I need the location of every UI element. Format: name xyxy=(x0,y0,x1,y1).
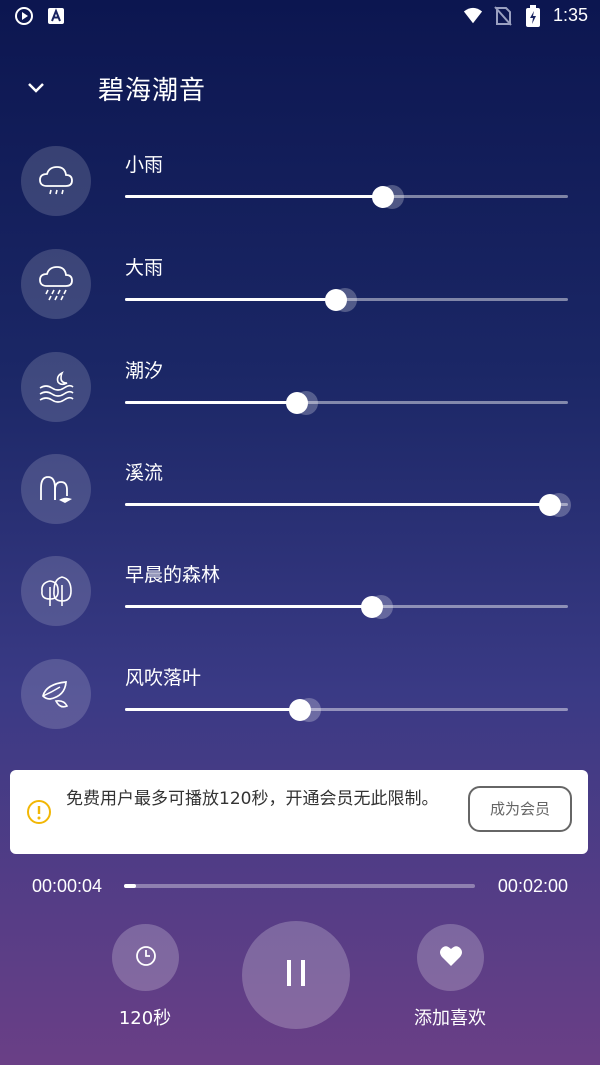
sound-label: 早晨的森林 xyxy=(125,564,221,586)
header: 碧海潮音 xyxy=(0,60,600,116)
progress-fill xyxy=(124,884,136,888)
become-member-button[interactable]: 成为会员 xyxy=(468,786,572,832)
status-time: 1:35 xyxy=(552,5,588,25)
slider-thumb[interactable] xyxy=(285,392,308,414)
trees-icon[interactable] xyxy=(21,556,91,626)
collapse-button[interactable] xyxy=(18,72,54,104)
volume-slider[interactable] xyxy=(125,185,568,209)
clock-icon xyxy=(134,944,158,972)
playback-progress-bar[interactable] xyxy=(124,884,475,888)
waves-moon-icon[interactable] xyxy=(21,352,91,422)
slider-thumb[interactable] xyxy=(324,289,347,311)
chevron-down-icon xyxy=(26,79,46,98)
volume-slider[interactable] xyxy=(125,595,568,619)
volume-slider[interactable] xyxy=(125,698,568,722)
a-badge-icon xyxy=(46,6,66,26)
leaf-icon[interactable] xyxy=(21,659,91,729)
status-bar: 1:35 xyxy=(0,0,600,34)
play-pause-button[interactable] xyxy=(242,921,350,1029)
volume-slider[interactable] xyxy=(125,391,568,415)
sound-label: 潮汐 xyxy=(125,360,164,382)
warning-circle-icon xyxy=(26,799,52,825)
sound-label: 大雨 xyxy=(125,257,164,279)
page-title: 碧海潮音 xyxy=(98,76,207,106)
play-circle-icon xyxy=(14,6,34,26)
current-time: 00:00:04 xyxy=(32,876,103,896)
sound-row-heavy-rain: 大雨 xyxy=(0,249,600,339)
stream-arches-icon[interactable] xyxy=(21,454,91,524)
slider-thumb[interactable] xyxy=(288,699,311,721)
favorite-label: 添加喜欢 xyxy=(414,1008,486,1029)
wifi-icon xyxy=(463,6,483,26)
sound-row-stream: 溪流 xyxy=(0,454,600,544)
volume-slider[interactable] xyxy=(125,288,568,312)
heart-icon xyxy=(439,945,463,971)
pause-icon xyxy=(284,958,308,992)
sound-label: 溪流 xyxy=(125,462,164,484)
volume-slider[interactable] xyxy=(125,493,571,517)
sound-label: 风吹落叶 xyxy=(125,667,202,689)
sound-row-light-rain: 小雨 xyxy=(0,146,600,236)
cloud-rain-icon[interactable] xyxy=(21,249,91,319)
cloud-drizzle-icon[interactable] xyxy=(21,146,91,216)
sound-label: 小雨 xyxy=(125,154,164,176)
sound-row-tide: 潮汐 xyxy=(0,352,600,442)
sound-row-falling-leaves: 风吹落叶 xyxy=(0,659,600,749)
no-sim-icon xyxy=(493,5,513,26)
notice-text: 免费用户最多可播放120秒，开通会员无此限制。 xyxy=(66,789,439,809)
timer-label: 120秒 xyxy=(118,1008,172,1029)
slider-thumb[interactable] xyxy=(538,494,561,516)
sound-row-morning-forest: 早晨的森林 xyxy=(0,556,600,646)
battery-charging-icon xyxy=(523,4,543,27)
favorite-button[interactable] xyxy=(417,924,484,991)
timer-button[interactable] xyxy=(112,924,179,991)
total-time: 00:02:00 xyxy=(497,876,568,896)
membership-notice: 免费用户最多可播放120秒，开通会员无此限制。 成为会员 xyxy=(10,770,588,854)
